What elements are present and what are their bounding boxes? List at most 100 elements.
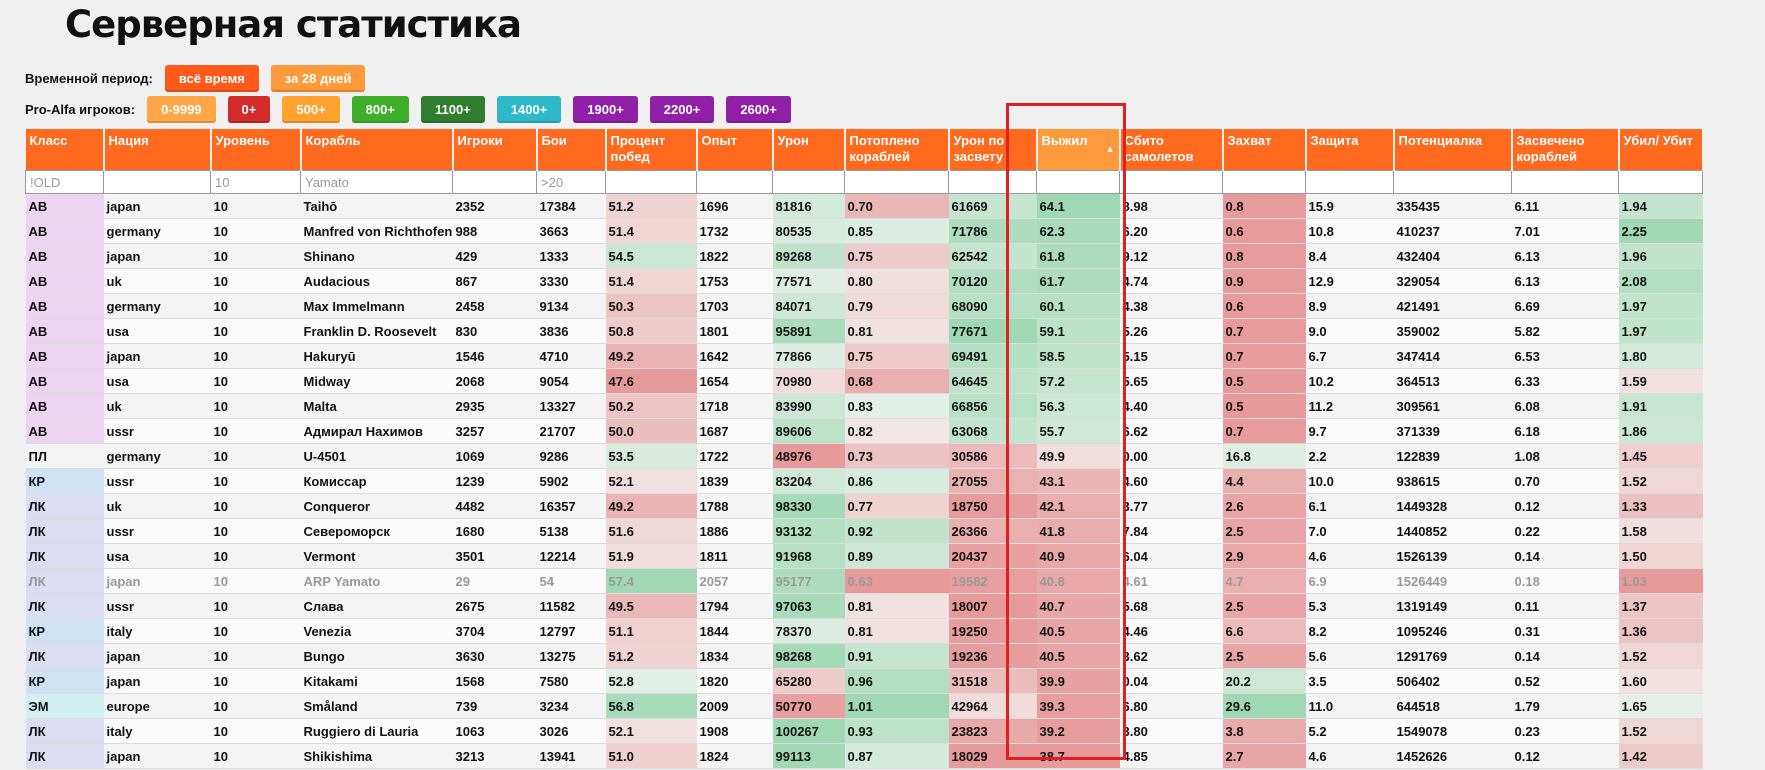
filter-input-10[interactable] — [949, 171, 1036, 193]
column-header-10[interactable]: Урон по засвету — [948, 129, 1038, 171]
table-row[interactable]: ЛК japan 10 Bungo 3630 13275 51.2 1834 98268 0.91… — [25, 643, 1703, 669]
table-row[interactable]: АВ uk 10 Audacious 867 3330 51.4 1753 77571 0.80 7… — [25, 268, 1703, 294]
filter-input-12[interactable] — [1120, 171, 1222, 193]
table-row[interactable]: ЛК ussr 10 Слава 2675 11582 49.5 1794 97063 0.81 1… — [25, 593, 1703, 619]
filter-input-9[interactable] — [845, 171, 948, 193]
table-cell: 0.87 — [844, 743, 949, 769]
table-row[interactable]: ЛК usa 10 Vermont 3501 12214 51.9 1811 91968 0.89… — [25, 543, 1703, 569]
column-header-9[interactable]: Потоплено кораблей — [844, 129, 950, 171]
filter-input-14[interactable] — [1306, 171, 1393, 193]
column-header-6[interactable]: Процент побед — [605, 129, 698, 171]
filter-input-16[interactable] — [1512, 171, 1618, 193]
column-header-13[interactable]: Захват — [1222, 129, 1307, 171]
table-row[interactable]: ЛК japan 10 ARP Yamato 29 54 57.4 2057 95177 0.63… — [25, 568, 1703, 594]
filter-input-11[interactable] — [1037, 171, 1119, 193]
table-row[interactable]: ПЛ germany 10 U-4501 1069 9286 53.5 1722 48976 0.… — [25, 443, 1703, 469]
column-header-11[interactable]: Выжил ▲ — [1036, 129, 1121, 171]
column-header-3[interactable]: Корабль — [300, 129, 454, 171]
alfa-button-2[interactable]: 500+ — [282, 96, 340, 123]
table-cell: 1824 — [696, 743, 773, 769]
alfa-button-4[interactable]: 1100+ — [420, 96, 485, 123]
table-cell: 1546 — [452, 343, 537, 369]
column-header-1[interactable]: Нация — [103, 129, 212, 171]
table-row[interactable]: АВ usa 10 Midway 2068 9054 47.6 1654 70980 0.68 64… — [25, 368, 1703, 394]
filter-input-3[interactable] — [301, 171, 452, 193]
table-row[interactable]: АВ uk 10 Malta 2935 13327 50.2 1718 83990 0.83 668… — [25, 393, 1703, 419]
alfa-button-8[interactable]: 2600+ — [726, 96, 791, 123]
alfa-button-1[interactable]: 0+ — [227, 96, 271, 123]
table-cell: 7580 — [536, 668, 606, 694]
table-row[interactable]: ЛК uk 10 Conqueror 4482 16357 49.2 1788 98330 0.7… — [25, 493, 1703, 519]
table-cell: 52.1 — [605, 718, 697, 744]
alfa-button-7[interactable]: 2200+ — [649, 96, 715, 123]
column-header-15[interactable]: Потенциалка — [1393, 129, 1513, 171]
table-row[interactable]: ЛК ussr 10 Североморск 1680 5138 51.6 1886 93132… — [25, 518, 1703, 544]
column-header-0[interactable]: Класс — [25, 129, 105, 171]
table-row[interactable]: ЛК italy 10 Ruggiero di Lauria 1063 3026 52.1 1… — [25, 718, 1703, 744]
table-cell: 10 — [210, 668, 301, 694]
filter-cell — [300, 170, 453, 194]
filter-input-13[interactable] — [1223, 171, 1305, 193]
table-row[interactable]: АВ japan 10 Hakuryū 1546 4710 49.2 1642 77866 0.7… — [25, 343, 1703, 369]
table-row[interactable]: АВ germany 10 Manfred von Richthofen 988 3663… — [25, 218, 1703, 244]
table-cell: 0.18 — [1511, 568, 1619, 594]
filter-input-7[interactable] — [697, 171, 772, 193]
table-cell: ЛК — [25, 518, 104, 544]
table-cell: 4482 — [452, 493, 537, 519]
table-cell: 50.0 — [605, 418, 697, 444]
column-header-label: Урон — [777, 133, 809, 148]
filter-input-17[interactable] — [1619, 171, 1702, 193]
alfa-button-5[interactable]: 1400+ — [496, 96, 562, 123]
table-row[interactable]: АВ japan 10 Taihō 2352 17384 51.2 1696 81816 0.70… — [25, 193, 1703, 219]
column-header-8[interactable]: Урон — [772, 129, 846, 171]
filter-input-15[interactable] — [1394, 171, 1511, 193]
filter-input-6[interactable] — [606, 171, 696, 193]
column-header-4[interactable]: Игроки — [452, 129, 538, 171]
table-cell: 42.1 — [1036, 493, 1120, 519]
table-cell: ussr — [103, 593, 211, 619]
filter-cell — [210, 170, 301, 194]
table-cell: 1.52 — [1618, 643, 1703, 669]
table-row[interactable]: АВ germany 10 Max Immelmann 2458 9134 50.3 1703… — [25, 293, 1703, 319]
column-header-5[interactable]: Бои — [536, 129, 607, 171]
table-cell: 49.9 — [1036, 443, 1120, 469]
table-row[interactable]: АВ ussr 10 Адмирал Нахимов 3257 21707 50.0 1687… — [25, 418, 1703, 444]
alfa-button-0[interactable]: 0-9999 — [147, 96, 216, 123]
table-cell: 1794 — [696, 593, 773, 619]
column-header-12[interactable]: Сбито самолетов — [1119, 129, 1224, 171]
table-row[interactable]: КР japan 10 Kitakami 1568 7580 52.8 1820 65280 0.… — [25, 668, 1703, 694]
table-row[interactable]: АВ japan 10 Shinano 429 1333 54.5 1822 89268 0.75… — [25, 243, 1703, 269]
table-row[interactable]: КР ussr 10 Комиссар 1239 5902 52.1 1839 83204 0.8… — [25, 468, 1703, 494]
column-header-2[interactable]: Уровень — [210, 129, 302, 171]
filter-input-0[interactable] — [26, 171, 103, 193]
table-cell: 8.2 — [1305, 618, 1394, 644]
filter-input-2[interactable] — [211, 171, 300, 193]
table-row[interactable]: КР italy 10 Venezia 3704 12797 51.1 1844 78370 0.… — [25, 618, 1703, 644]
table-cell: 16357 — [536, 493, 606, 519]
table-cell: 0.75 — [844, 343, 949, 369]
period-button-0[interactable]: всё время — [164, 65, 259, 92]
column-header-14[interactable]: Защита — [1305, 129, 1395, 171]
filter-input-1[interactable] — [104, 171, 210, 193]
sort-asc-icon[interactable]: ▲ — [1106, 141, 1115, 157]
table-cell: 1.80 — [1618, 343, 1703, 369]
table-row[interactable]: ЛК japan 10 Shikishima 3213 13941 51.0 1824 9911… — [25, 743, 1703, 769]
table-cell: Комиссар — [300, 468, 453, 494]
table-cell: 13941 — [536, 743, 606, 769]
table-row[interactable]: АВ usa 10 Franklin D. Roosevelt 830 3836 50.8 1… — [25, 318, 1703, 344]
table-cell: 19582 — [948, 568, 1037, 594]
filter-input-5[interactable] — [537, 171, 605, 193]
alfa-button-6[interactable]: 1900+ — [573, 96, 638, 123]
table-cell: 3.8 — [1222, 718, 1306, 744]
table-cell: 6.08 — [1511, 393, 1619, 419]
table-cell: 12.9 — [1305, 268, 1394, 294]
table-cell: 1696 — [696, 193, 773, 219]
filter-input-4[interactable] — [453, 171, 536, 193]
column-header-16[interactable]: Засвечено кораблей — [1511, 129, 1620, 171]
alfa-button-3[interactable]: 800+ — [351, 96, 409, 123]
column-header-17[interactable]: Убил/ Убит — [1618, 129, 1704, 171]
column-header-7[interactable]: Опыт — [696, 129, 774, 171]
table-row[interactable]: ЭМ europe 10 Småland 739 3234 56.8 2009 50770 1.0… — [25, 693, 1703, 719]
period-button-1[interactable]: за 28 дней — [270, 65, 366, 92]
filter-input-8[interactable] — [773, 171, 844, 193]
